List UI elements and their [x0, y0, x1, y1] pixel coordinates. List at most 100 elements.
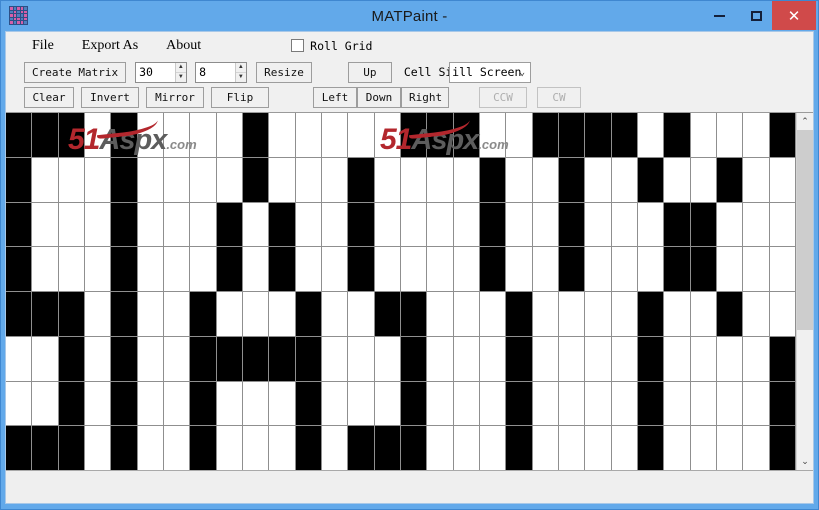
matrix-cell[interactable]	[269, 292, 295, 336]
matrix-cell[interactable]	[638, 292, 664, 336]
maximize-button[interactable]	[741, 1, 771, 30]
matrix-cell[interactable]	[717, 247, 743, 291]
rows-stepper[interactable]: ▲ ▼	[195, 61, 248, 83]
matrix-cell[interactable]	[427, 157, 453, 202]
matrix-cell[interactable]	[58, 292, 84, 336]
mirror-button[interactable]: Mirror	[146, 86, 204, 108]
matrix-cell[interactable]	[374, 157, 400, 202]
matrix-cell[interactable]	[506, 113, 532, 157]
flip-button[interactable]: Flip	[211, 86, 269, 108]
matrix-cell[interactable]	[743, 113, 769, 157]
matrix-cell[interactable]	[743, 157, 769, 202]
matrix-cell[interactable]	[638, 157, 664, 202]
matrix-cell[interactable]	[585, 247, 611, 291]
matrix-cell[interactable]	[374, 113, 400, 157]
columns-stepper-up-icon[interactable]: ▲	[175, 63, 187, 73]
matrix-cell[interactable]	[322, 113, 348, 157]
matrix-cell[interactable]	[164, 157, 190, 202]
matrix-cell[interactable]	[664, 292, 690, 336]
columns-stepper-down-icon[interactable]: ▼	[176, 73, 186, 82]
matrix-cell[interactable]	[269, 157, 295, 202]
matrix-cell[interactable]	[32, 336, 58, 381]
matrix-cell[interactable]	[269, 202, 295, 247]
matrix-cell[interactable]	[559, 202, 585, 247]
matrix-cell[interactable]	[295, 247, 321, 291]
matrix-cell[interactable]	[506, 426, 532, 470]
matrix-cell[interactable]	[480, 381, 506, 426]
matrix-cell[interactable]	[559, 336, 585, 381]
matrix-cell[interactable]	[322, 426, 348, 470]
matrix-cell[interactable]	[717, 426, 743, 470]
move-left-button[interactable]: Left	[313, 86, 357, 108]
matrix-cell[interactable]	[6, 247, 32, 291]
matrix-cell[interactable]	[401, 247, 427, 291]
matrix-cell[interactable]	[532, 113, 558, 157]
matrix-cell[interactable]	[585, 292, 611, 336]
matrix-cell[interactable]	[690, 157, 716, 202]
roll-grid-checkbox[interactable]	[291, 39, 305, 52]
matrix-cell[interactable]	[295, 202, 321, 247]
matrix-cell[interactable]	[427, 426, 453, 470]
matrix-cell[interactable]	[164, 113, 190, 157]
matrix-cell[interactable]	[269, 336, 295, 381]
matrix-cell[interactable]	[532, 381, 558, 426]
roll-grid-checkbox-group[interactable]: Roll Grid	[291, 39, 372, 53]
matrix-cell[interactable]	[348, 157, 374, 202]
matrix-cell[interactable]	[348, 426, 374, 470]
matrix-cell[interactable]	[401, 157, 427, 202]
minimize-button[interactable]	[699, 1, 739, 30]
matrix-cell[interactable]	[295, 157, 321, 202]
matrix-cell[interactable]	[190, 381, 216, 426]
matrix-cell[interactable]	[6, 336, 32, 381]
matrix-cell[interactable]	[690, 426, 716, 470]
columns-stepper-arrows[interactable]: ▲ ▼	[174, 62, 187, 82]
matrix-cell[interactable]	[111, 426, 137, 470]
matrix-cell[interactable]	[374, 426, 400, 470]
matrix-cell[interactable]	[243, 247, 269, 291]
matrix-cell[interactable]	[216, 247, 242, 291]
matrix-cell[interactable]	[585, 113, 611, 157]
matrix-cell[interactable]	[638, 247, 664, 291]
rows-stepper-down-icon[interactable]: ▼	[236, 73, 246, 82]
matrix-cell[interactable]	[111, 292, 137, 336]
matrix-cell[interactable]	[769, 247, 795, 291]
matrix-cell[interactable]	[769, 113, 795, 157]
matrix-cell[interactable]	[769, 336, 795, 381]
matrix-cell[interactable]	[190, 292, 216, 336]
matrix-cell[interactable]	[85, 247, 111, 291]
matrix-cell[interactable]	[611, 202, 637, 247]
matrix-cell[interactable]	[611, 292, 637, 336]
matrix-cell[interactable]	[243, 157, 269, 202]
matrix-cell[interactable]	[111, 113, 137, 157]
matrix-cell[interactable]	[85, 336, 111, 381]
matrix-cell[interactable]	[453, 292, 479, 336]
matrix-cell[interactable]	[585, 336, 611, 381]
matrix-cell[interactable]	[401, 113, 427, 157]
matrix-cell[interactable]	[453, 426, 479, 470]
matrix-cell[interactable]	[559, 426, 585, 470]
matrix-cell[interactable]	[427, 247, 453, 291]
matrix-cell[interactable]	[374, 292, 400, 336]
matrix-cell[interactable]	[611, 157, 637, 202]
matrix-cell[interactable]	[190, 426, 216, 470]
matrix-cell[interactable]	[717, 381, 743, 426]
matrix-cell[interactable]	[690, 336, 716, 381]
matrix-cell[interactable]	[611, 113, 637, 157]
matrix-cell[interactable]	[58, 426, 84, 470]
matrix-cell[interactable]	[243, 381, 269, 426]
matrix-cell[interactable]	[85, 292, 111, 336]
matrix-cell[interactable]	[348, 381, 374, 426]
matrix-cell[interactable]	[137, 113, 163, 157]
matrix-cell[interactable]	[295, 113, 321, 157]
matrix-cell[interactable]	[480, 336, 506, 381]
matrix-cell[interactable]	[717, 336, 743, 381]
matrix-cell[interactable]	[506, 336, 532, 381]
matrix-cell[interactable]	[690, 202, 716, 247]
matrix-cell[interactable]	[690, 113, 716, 157]
matrix-cell[interactable]	[638, 113, 664, 157]
scrollbar-thumb[interactable]	[797, 130, 813, 331]
matrix-grid[interactable]	[6, 113, 796, 470]
matrix-cell[interactable]	[480, 157, 506, 202]
resize-button[interactable]: Resize	[256, 61, 312, 83]
matrix-cell[interactable]	[638, 426, 664, 470]
